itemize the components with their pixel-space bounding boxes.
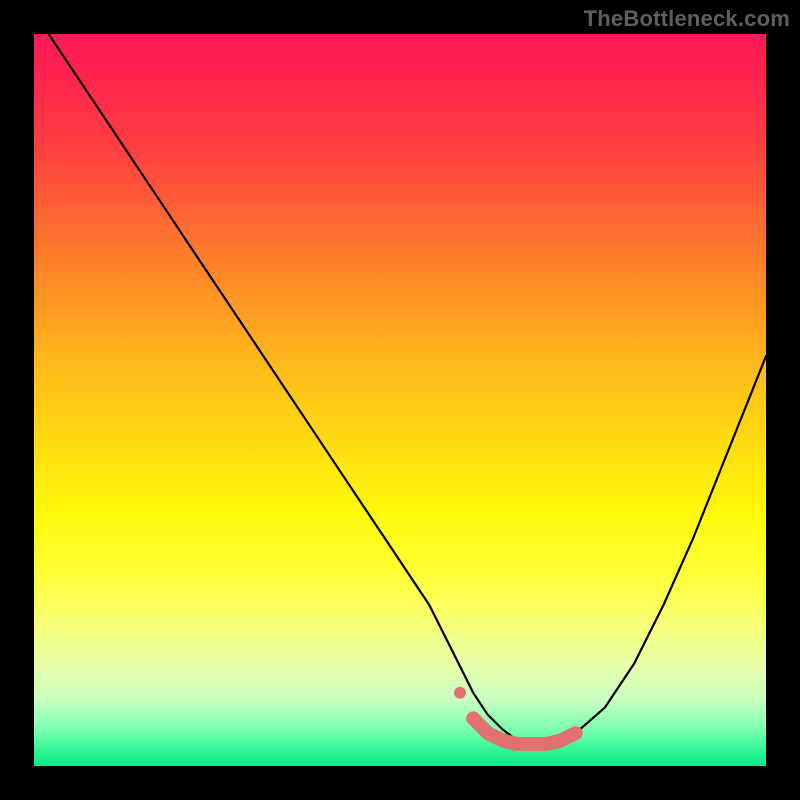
chart-lines: [49, 34, 766, 744]
highlight-segment: [473, 718, 576, 744]
highlight-dot: [454, 687, 466, 699]
main-curve: [49, 34, 766, 744]
watermark-text: TheBottleneck.com: [584, 6, 790, 32]
chart-svg: [34, 34, 766, 766]
plot-area: [34, 34, 766, 766]
chart-container: TheBottleneck.com: [0, 0, 800, 800]
